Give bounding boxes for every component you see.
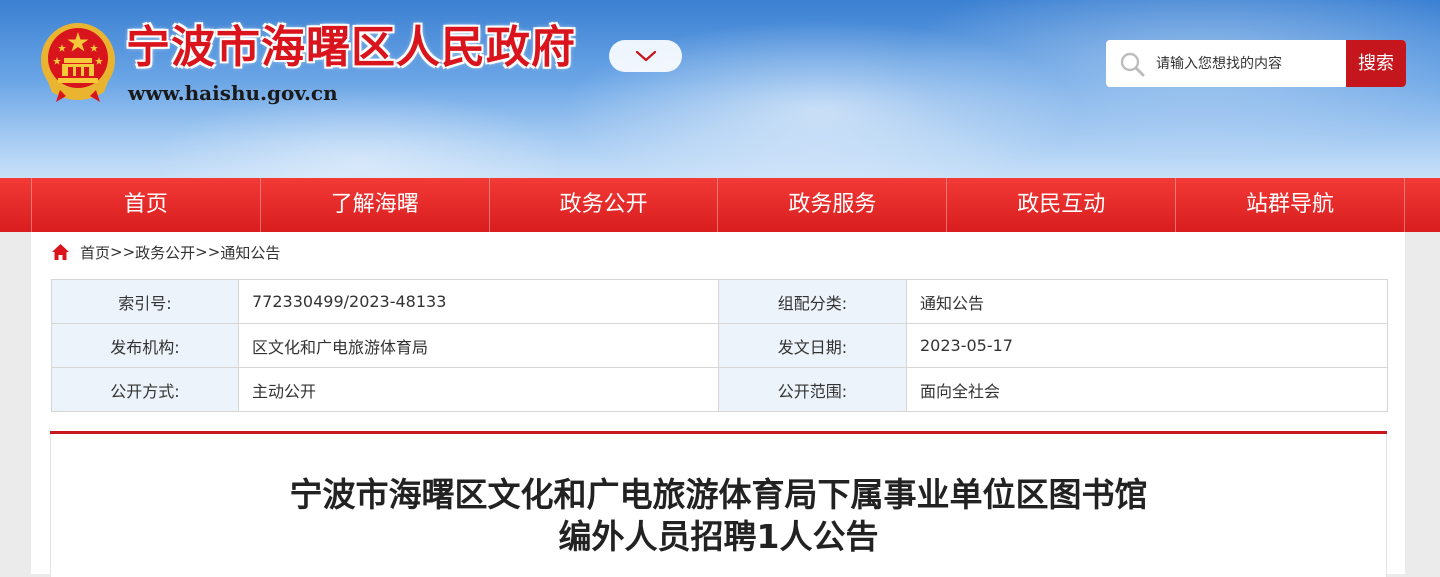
meta-label-index: 索引号: xyxy=(51,279,239,324)
nav-item-site-navigation[interactable]: 站群导航 xyxy=(1175,178,1405,232)
meta-value-date: 2023-05-17 xyxy=(906,323,1388,368)
table-row: 公开方式: 主动公开 公开范围: 面向全社会 xyxy=(51,367,1388,412)
nav-item-about[interactable]: 了解海曙 xyxy=(259,178,489,232)
meta-value-disclosure-method: 主动公开 xyxy=(238,367,719,412)
article-title: 宁波市海曙区文化和广电旅游体育局下属事业单位区图书馆 编外人员招聘1人公告 xyxy=(50,474,1387,558)
document-meta-table: 索引号: 772330499/2023-48133 组配分类: 通知公告 发布机… xyxy=(51,279,1388,412)
meta-value-index: 772330499/2023-48133 xyxy=(238,279,719,324)
site-dropdown-button[interactable] xyxy=(609,40,682,72)
search-input[interactable] xyxy=(1156,40,1346,87)
meta-value-publisher: 区文化和广电旅游体育局 xyxy=(238,323,719,368)
home-icon xyxy=(52,244,69,260)
site-url: www.haishu.gov.cn xyxy=(128,81,338,105)
nav-item-home[interactable]: 首页 xyxy=(31,178,260,232)
main-content: 首页 >> 政务公开 >> 通知公告 索引号: 772330499/2023-4… xyxy=(31,232,1405,577)
breadcrumb-gov-affairs-open[interactable]: 政务公开 xyxy=(135,242,195,263)
table-row: 索引号: 772330499/2023-48133 组配分类: 通知公告 xyxy=(51,279,1388,324)
breadcrumb-notices[interactable]: 通知公告 xyxy=(220,242,280,263)
main-nav: 首页 了解海曙 政务公开 政务服务 政民互动 站群导航 xyxy=(0,178,1440,232)
breadcrumb: 首页 >> 政务公开 >> 通知公告 xyxy=(51,240,280,264)
meta-label-disclosure-scope: 公开范围: xyxy=(718,367,907,412)
nav-item-gov-affairs-open[interactable]: 政务公开 xyxy=(488,178,718,232)
meta-label-date: 发文日期: xyxy=(718,323,907,368)
search-icon xyxy=(1120,52,1145,77)
search-button[interactable]: 搜索 xyxy=(1346,40,1406,87)
meta-value-category: 通知公告 xyxy=(906,279,1388,324)
article: 宁波市海曙区文化和广电旅游体育局下属事业单位区图书馆 编外人员招聘1人公告 xyxy=(50,431,1387,577)
article-title-line1: 宁波市海曙区文化和广电旅游体育局下属事业单位区图书馆 xyxy=(289,475,1148,514)
article-title-line2: 编外人员招聘1人公告 xyxy=(558,517,879,556)
site-header: 宁波市海曙区人民政府 www.haishu.gov.cn 搜索 xyxy=(0,0,1440,178)
meta-label-category: 组配分类: xyxy=(718,279,907,324)
site-title: 宁波市海曙区人民政府 xyxy=(126,22,576,73)
meta-value-disclosure-scope: 面向全社会 xyxy=(906,367,1388,412)
search-box: 搜索 xyxy=(1106,40,1406,87)
nav-item-interaction[interactable]: 政民互动 xyxy=(946,178,1175,232)
national-emblem-icon[interactable] xyxy=(38,20,118,104)
chevron-down-icon xyxy=(635,50,656,62)
nav-item-gov-services[interactable]: 政务服务 xyxy=(717,178,946,232)
breadcrumb-home[interactable]: 首页 xyxy=(80,242,110,263)
meta-label-publisher: 发布机构: xyxy=(51,323,239,368)
breadcrumb-separator: >> xyxy=(110,243,136,261)
table-row: 发布机构: 区文化和广电旅游体育局 发文日期: 2023-05-17 xyxy=(51,323,1388,368)
breadcrumb-separator: >> xyxy=(195,243,221,261)
meta-label-disclosure-method: 公开方式: xyxy=(51,367,239,412)
